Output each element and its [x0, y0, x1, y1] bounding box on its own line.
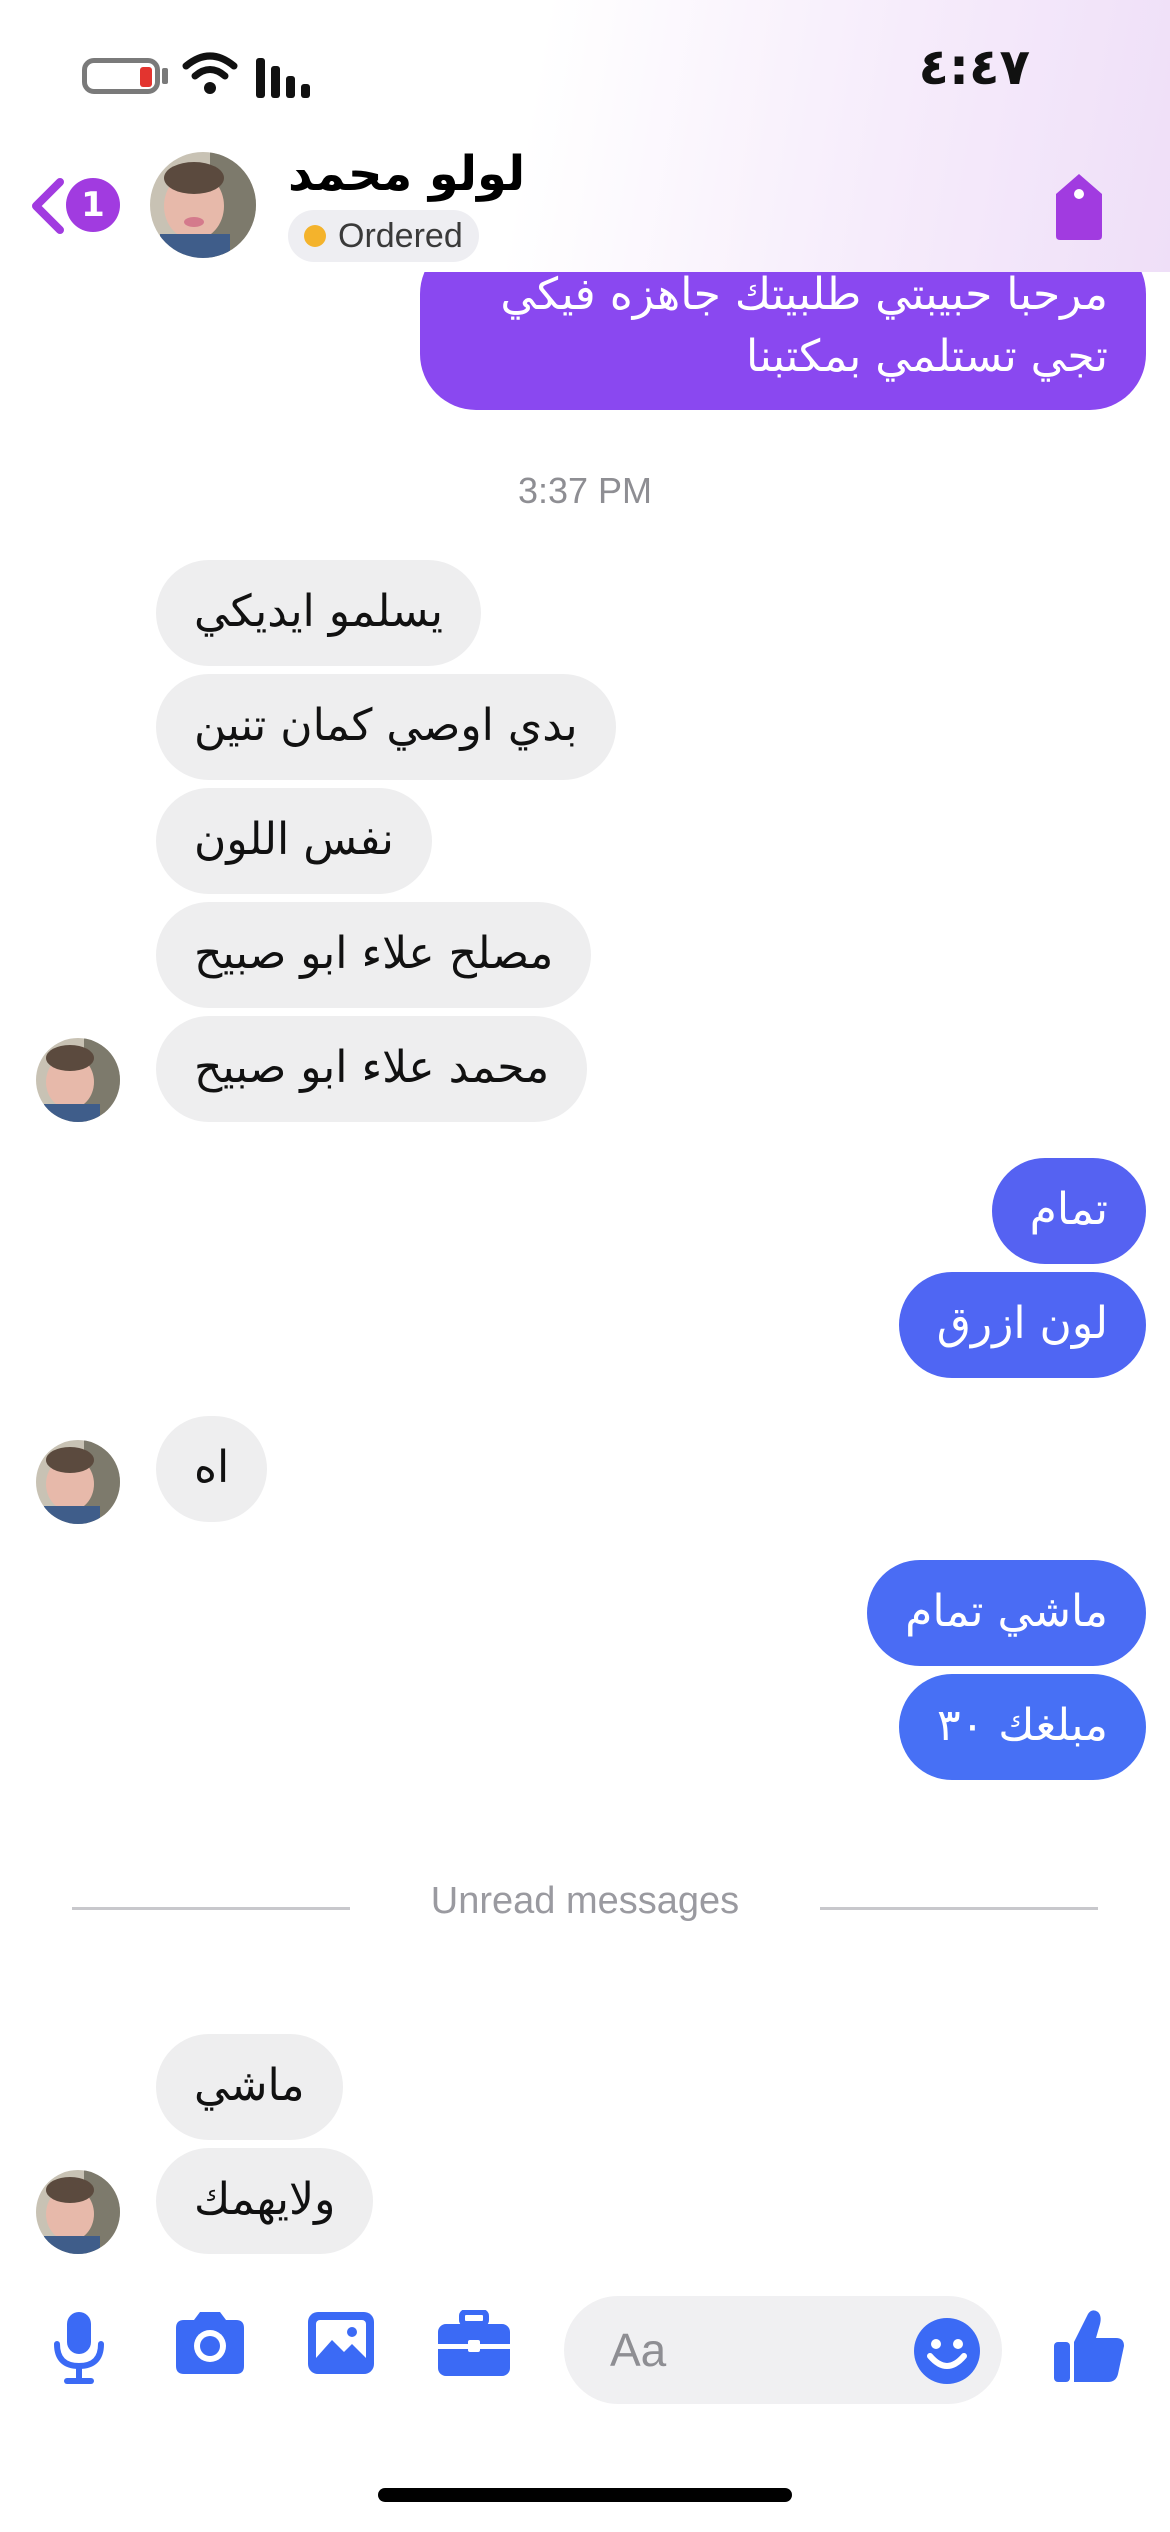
emoji-icon[interactable] [912, 2316, 982, 2386]
unread-divider-label: Unread messages [430, 1880, 740, 1922]
photo-icon[interactable] [306, 2310, 376, 2376]
message-bubble-sent[interactable]: مبلغك ٣٠ [899, 1674, 1146, 1780]
message-bubble-sent[interactable]: ماشي تمام [867, 1560, 1146, 1666]
avatar[interactable] [36, 2170, 120, 2254]
tag-icon[interactable] [1050, 172, 1108, 242]
microphone-icon[interactable] [52, 2310, 106, 2386]
battery-icon [82, 58, 160, 94]
signal-icon [256, 58, 310, 98]
message-bubble-received[interactable]: نفس اللون [156, 788, 432, 894]
message-text: تجي تستلمي بمكتبنا [746, 331, 1108, 382]
status-chip[interactable]: Ordered [288, 210, 479, 262]
home-indicator[interactable] [378, 2488, 792, 2502]
chevron-left-icon[interactable] [28, 176, 68, 236]
message-bubble-received[interactable]: بدي اوصي كمان تنين [156, 674, 616, 780]
message-bubble-received[interactable]: يسلمو ايديكي [156, 560, 482, 666]
status-dot [304, 225, 326, 247]
message-bubble-received[interactable]: ولايهمك [156, 2148, 374, 2254]
header-bar: ٤:٤٧ 1 لولو محمد Ordered [0, 0, 1170, 272]
status-chip-label: Ordered [338, 216, 463, 255]
message-bubble-sent[interactable]: تمام [991, 1158, 1146, 1264]
battery-cap [162, 68, 168, 84]
timestamp: 3:37 PM [517, 470, 653, 511]
avatar[interactable] [36, 1440, 120, 1524]
camera-icon[interactable] [172, 2310, 248, 2376]
unread-count-badge[interactable]: 1 [66, 178, 120, 232]
avatar[interactable] [150, 152, 256, 258]
avatar[interactable] [36, 1038, 120, 1122]
message-bubble-received[interactable]: ماشي [156, 2034, 343, 2140]
briefcase-icon[interactable] [436, 2310, 512, 2378]
thumbs-up-icon[interactable] [1052, 2308, 1126, 2384]
message-bubble-received[interactable]: مصلح علاء ابو صبيح [156, 902, 592, 1008]
message-text: مرحبا حبيبتي طلبيتك جاهزه فيكي [500, 269, 1108, 320]
message-bubble-received[interactable]: اه [156, 1416, 268, 1522]
contact-name[interactable]: لولو محمد [288, 146, 525, 202]
message-bubble-sent[interactable]: لون ازرق [898, 1272, 1146, 1378]
divider-line [820, 1907, 1098, 1910]
message-input-placeholder: Aa [610, 2324, 667, 2376]
message-bubble-received[interactable]: محمد علاء ابو صبيح [156, 1016, 588, 1122]
wifi-icon [182, 52, 238, 94]
status-time: ٤:٤٧ [918, 38, 1030, 96]
